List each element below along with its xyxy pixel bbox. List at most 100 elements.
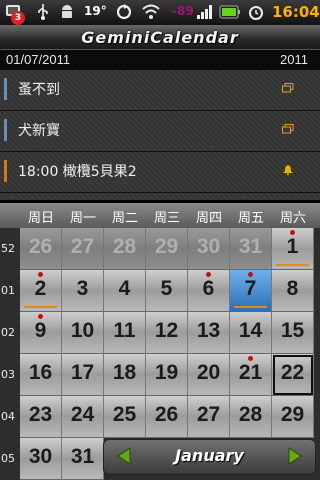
day-number: 10	[70, 319, 95, 342]
day-cell[interactable]: 19	[146, 354, 188, 396]
day-cell[interactable]: 10	[62, 312, 104, 354]
day-number: 4	[118, 277, 131, 300]
day-cell[interactable]: 31	[62, 438, 104, 480]
event-title: 蚤不到	[18, 82, 60, 98]
day-cell[interactable]: 31	[230, 228, 272, 270]
day-number: 1	[286, 235, 299, 258]
day-cell[interactable]: 27	[62, 228, 104, 270]
day-cell[interactable]: 21	[230, 354, 272, 396]
day-number: 23	[28, 403, 53, 426]
day-number: 27	[196, 403, 221, 426]
event-dot-icon	[206, 272, 211, 277]
day-cell[interactable]: 17	[62, 354, 104, 396]
event-title: 18:00 橄欖5貝果2	[18, 164, 137, 180]
weekday-label: 周四	[195, 211, 222, 226]
day-cell[interactable]: 13	[188, 312, 230, 354]
app-title: GeminiCalendar	[81, 28, 239, 47]
day-number: 21	[238, 361, 263, 384]
weekday-label: 周六	[279, 211, 306, 226]
day-cell[interactable]: 5	[146, 270, 188, 312]
selected-year: 2011	[280, 52, 308, 67]
sync-icon	[116, 4, 132, 20]
day-cell[interactable]: 18	[104, 354, 146, 396]
alarm-icon	[249, 6, 263, 20]
day-cell[interactable]: 15	[272, 312, 314, 354]
day-number: 29	[280, 403, 305, 426]
event-color-bar	[4, 78, 7, 100]
weekday-label: 周五	[237, 211, 264, 226]
day-number: 15	[280, 319, 305, 342]
battery-icon	[219, 5, 240, 19]
day-cell[interactable]: 30	[188, 228, 230, 270]
day-number: 18	[112, 361, 137, 384]
event-dot-icon	[248, 356, 253, 361]
weekday-label: 周二	[111, 211, 138, 226]
title-bar: GeminiCalendar	[0, 25, 320, 50]
day-number: 19	[154, 361, 179, 384]
event-item[interactable]: 18:00 橄欖5貝果2	[0, 152, 320, 193]
event-dot-icon	[290, 230, 295, 235]
week-number: 05	[1, 452, 15, 465]
event-item[interactable]: 犬新寶	[0, 111, 320, 152]
day-cell[interactable]: 20	[188, 354, 230, 396]
event-list: 蚤不到 犬新寶 18:00 橄欖5貝果2	[0, 70, 320, 200]
selected-date: 01/07/2011	[6, 52, 71, 67]
signal-strength: -89	[172, 4, 194, 18]
day-number: 24	[70, 403, 95, 426]
day-cell[interactable]: 1	[272, 228, 314, 270]
day-number: 30	[28, 445, 53, 468]
day-number: 16	[28, 361, 53, 384]
day-number: 8	[286, 277, 299, 300]
day-number: 28	[238, 403, 263, 426]
event-item[interactable]: 蚤不到	[0, 70, 320, 111]
day-number: 11	[113, 319, 136, 342]
status-bar: 3 19° -89 16:04	[0, 0, 320, 25]
day-number: 13	[196, 319, 221, 342]
event-dot-icon	[248, 272, 253, 277]
day-cell[interactable]: 12	[146, 312, 188, 354]
day-cell[interactable]: 9	[20, 312, 62, 354]
day-number: 27	[70, 235, 95, 258]
notification-badge: 3	[11, 11, 25, 25]
multi-day-arrow-icon	[234, 306, 267, 308]
day-cell[interactable]: 8	[272, 270, 314, 312]
day-number: 17	[70, 361, 95, 384]
day-cell[interactable]: 14	[230, 312, 272, 354]
event-title: 犬新寶	[18, 123, 60, 139]
day-number: 31	[70, 445, 95, 468]
day-cell[interactable]: 6	[188, 270, 230, 312]
day-number: 2	[34, 277, 47, 300]
day-number: 14	[238, 319, 263, 342]
android-icon	[62, 5, 72, 18]
day-cell[interactable]: 7	[230, 270, 272, 312]
day-cell[interactable]: 2	[20, 270, 62, 312]
week-number: 03	[1, 368, 15, 381]
next-month-button[interactable]	[285, 446, 305, 466]
day-cell[interactable]: 3	[62, 270, 104, 312]
day-cell[interactable]: 24	[62, 396, 104, 438]
multi-day-arrow-icon	[276, 264, 309, 266]
day-cell[interactable]: 28	[230, 396, 272, 438]
signal-icon	[197, 5, 212, 19]
day-cell[interactable]: 27	[188, 396, 230, 438]
day-cell[interactable]: 26	[146, 396, 188, 438]
day-cell[interactable]: 28	[104, 228, 146, 270]
day-number: 25	[112, 403, 137, 426]
weekday-label: 周三	[153, 211, 180, 226]
event-dot-icon	[38, 314, 43, 319]
wifi-icon	[142, 4, 160, 19]
day-cell[interactable]: 26	[20, 228, 62, 270]
day-cell[interactable]: 30	[20, 438, 62, 480]
multi-day-icon	[282, 83, 294, 93]
day-cell[interactable]: 11	[104, 312, 146, 354]
previous-month-button[interactable]	[114, 446, 134, 466]
day-cell[interactable]: 16	[20, 354, 62, 396]
day-cell[interactable]: 4	[104, 270, 146, 312]
day-cell[interactable]: 29	[146, 228, 188, 270]
day-cell[interactable]: 23	[20, 396, 62, 438]
bell-icon	[283, 165, 293, 175]
day-cell[interactable]: 29	[272, 396, 314, 438]
day-cell[interactable]: 25	[104, 396, 146, 438]
day-number: 5	[160, 277, 173, 300]
day-cell[interactable]: 22	[272, 354, 314, 396]
